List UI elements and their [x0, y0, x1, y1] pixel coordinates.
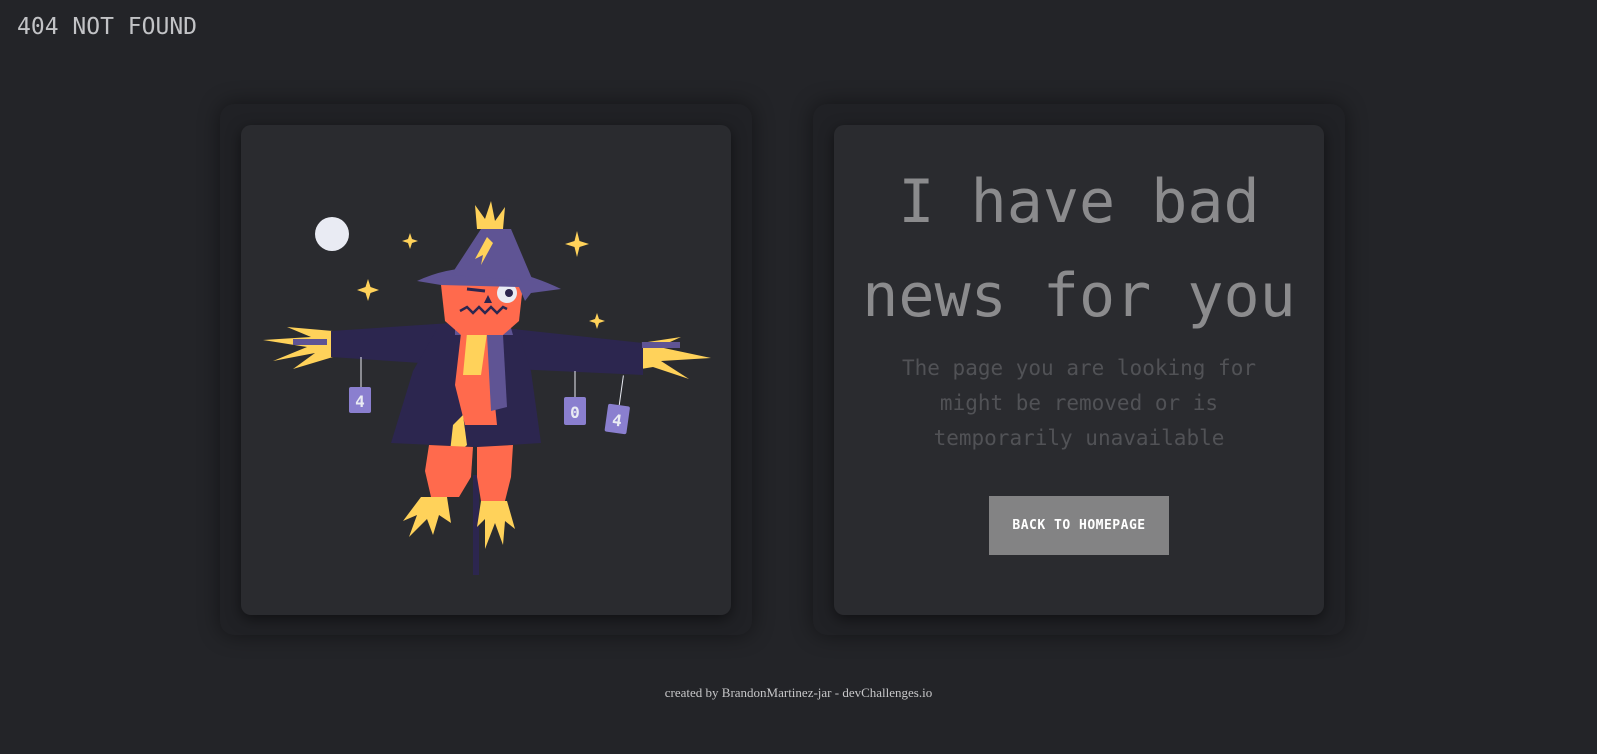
can-4-left: 4 [349, 357, 371, 413]
headline: I have bad news for you [834, 155, 1324, 343]
message-line-3: temporarily unavailable [933, 426, 1225, 450]
error-message: The page you are looking for might be re… [864, 351, 1294, 456]
message-panel: I have bad news for you The page you are… [834, 125, 1324, 615]
moon-icon [315, 217, 349, 251]
message-line-1: The page you are looking for [901, 356, 1256, 380]
svg-text:0: 0 [570, 403, 580, 422]
scarecrow-illustration: 4 0 4 [263, 201, 711, 575]
headline-line-2: news for you [862, 261, 1296, 331]
message-line-2: might be removed or is [939, 391, 1219, 415]
illustration-card: 4 0 4 [220, 104, 752, 635]
page-title: 404 NOT FOUND [17, 14, 198, 40]
back-to-homepage-button[interactable]: BACK TO HOMEPAGE [989, 496, 1169, 555]
headline-line-1: I have bad [898, 167, 1260, 237]
footer-credit: created by BrandonMartinez-jar - devChal… [664, 685, 933, 700]
illustration-panel: 4 0 4 [241, 125, 731, 615]
can-4-right: 4 [604, 375, 630, 435]
message-card: I have bad news for you The page you are… [813, 104, 1345, 635]
can-0: 0 [564, 371, 586, 425]
svg-text:4: 4 [355, 392, 365, 411]
